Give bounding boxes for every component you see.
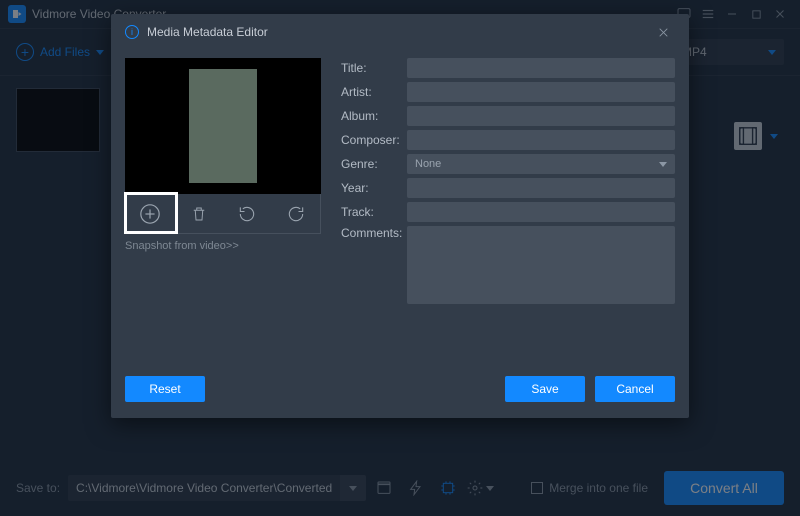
artist-label: Artist: xyxy=(341,85,407,99)
modal-left-panel: Snapshot from video>> xyxy=(125,58,321,352)
metadata-editor-modal: i Media Metadata Editor xyxy=(111,14,689,418)
comments-label: Comments: xyxy=(341,226,407,240)
modal-footer: Reset Save Cancel xyxy=(111,370,689,418)
album-input[interactable] xyxy=(407,106,675,126)
year-input[interactable] xyxy=(407,178,675,198)
cover-preview xyxy=(125,58,321,194)
genre-label: Genre: xyxy=(341,157,407,171)
cancel-button[interactable]: Cancel xyxy=(595,376,675,402)
snapshot-link[interactable]: Snapshot from video>> xyxy=(125,240,321,252)
artist-input[interactable] xyxy=(407,82,675,102)
title-input[interactable] xyxy=(407,58,675,78)
delete-cover-button[interactable] xyxy=(187,202,211,226)
composer-input[interactable] xyxy=(407,130,675,150)
modal-title: Media Metadata Editor xyxy=(147,25,268,39)
track-input[interactable] xyxy=(407,202,675,222)
rotate-left-button[interactable] xyxy=(235,202,259,226)
cover-controls xyxy=(125,194,321,234)
modal-overlay: i Media Metadata Editor xyxy=(0,0,800,516)
album-label: Album: xyxy=(341,109,407,123)
chevron-down-icon xyxy=(659,162,667,167)
track-label: Track: xyxy=(341,205,407,219)
add-cover-button[interactable] xyxy=(138,202,162,226)
rotate-right-button[interactable] xyxy=(284,202,308,226)
info-icon: i xyxy=(125,25,139,39)
save-button[interactable]: Save xyxy=(505,376,585,402)
genre-value: None xyxy=(415,158,441,170)
close-icon[interactable] xyxy=(651,20,675,44)
genre-select[interactable]: None xyxy=(407,154,675,174)
metadata-form: Title: Artist: Album: Composer: Genre: N… xyxy=(341,58,675,352)
title-label: Title: xyxy=(341,61,407,75)
modal-titlebar: i Media Metadata Editor xyxy=(111,14,689,50)
reset-button[interactable]: Reset xyxy=(125,376,205,402)
composer-label: Composer: xyxy=(341,133,407,147)
year-label: Year: xyxy=(341,181,407,195)
comments-input[interactable] xyxy=(407,226,675,304)
